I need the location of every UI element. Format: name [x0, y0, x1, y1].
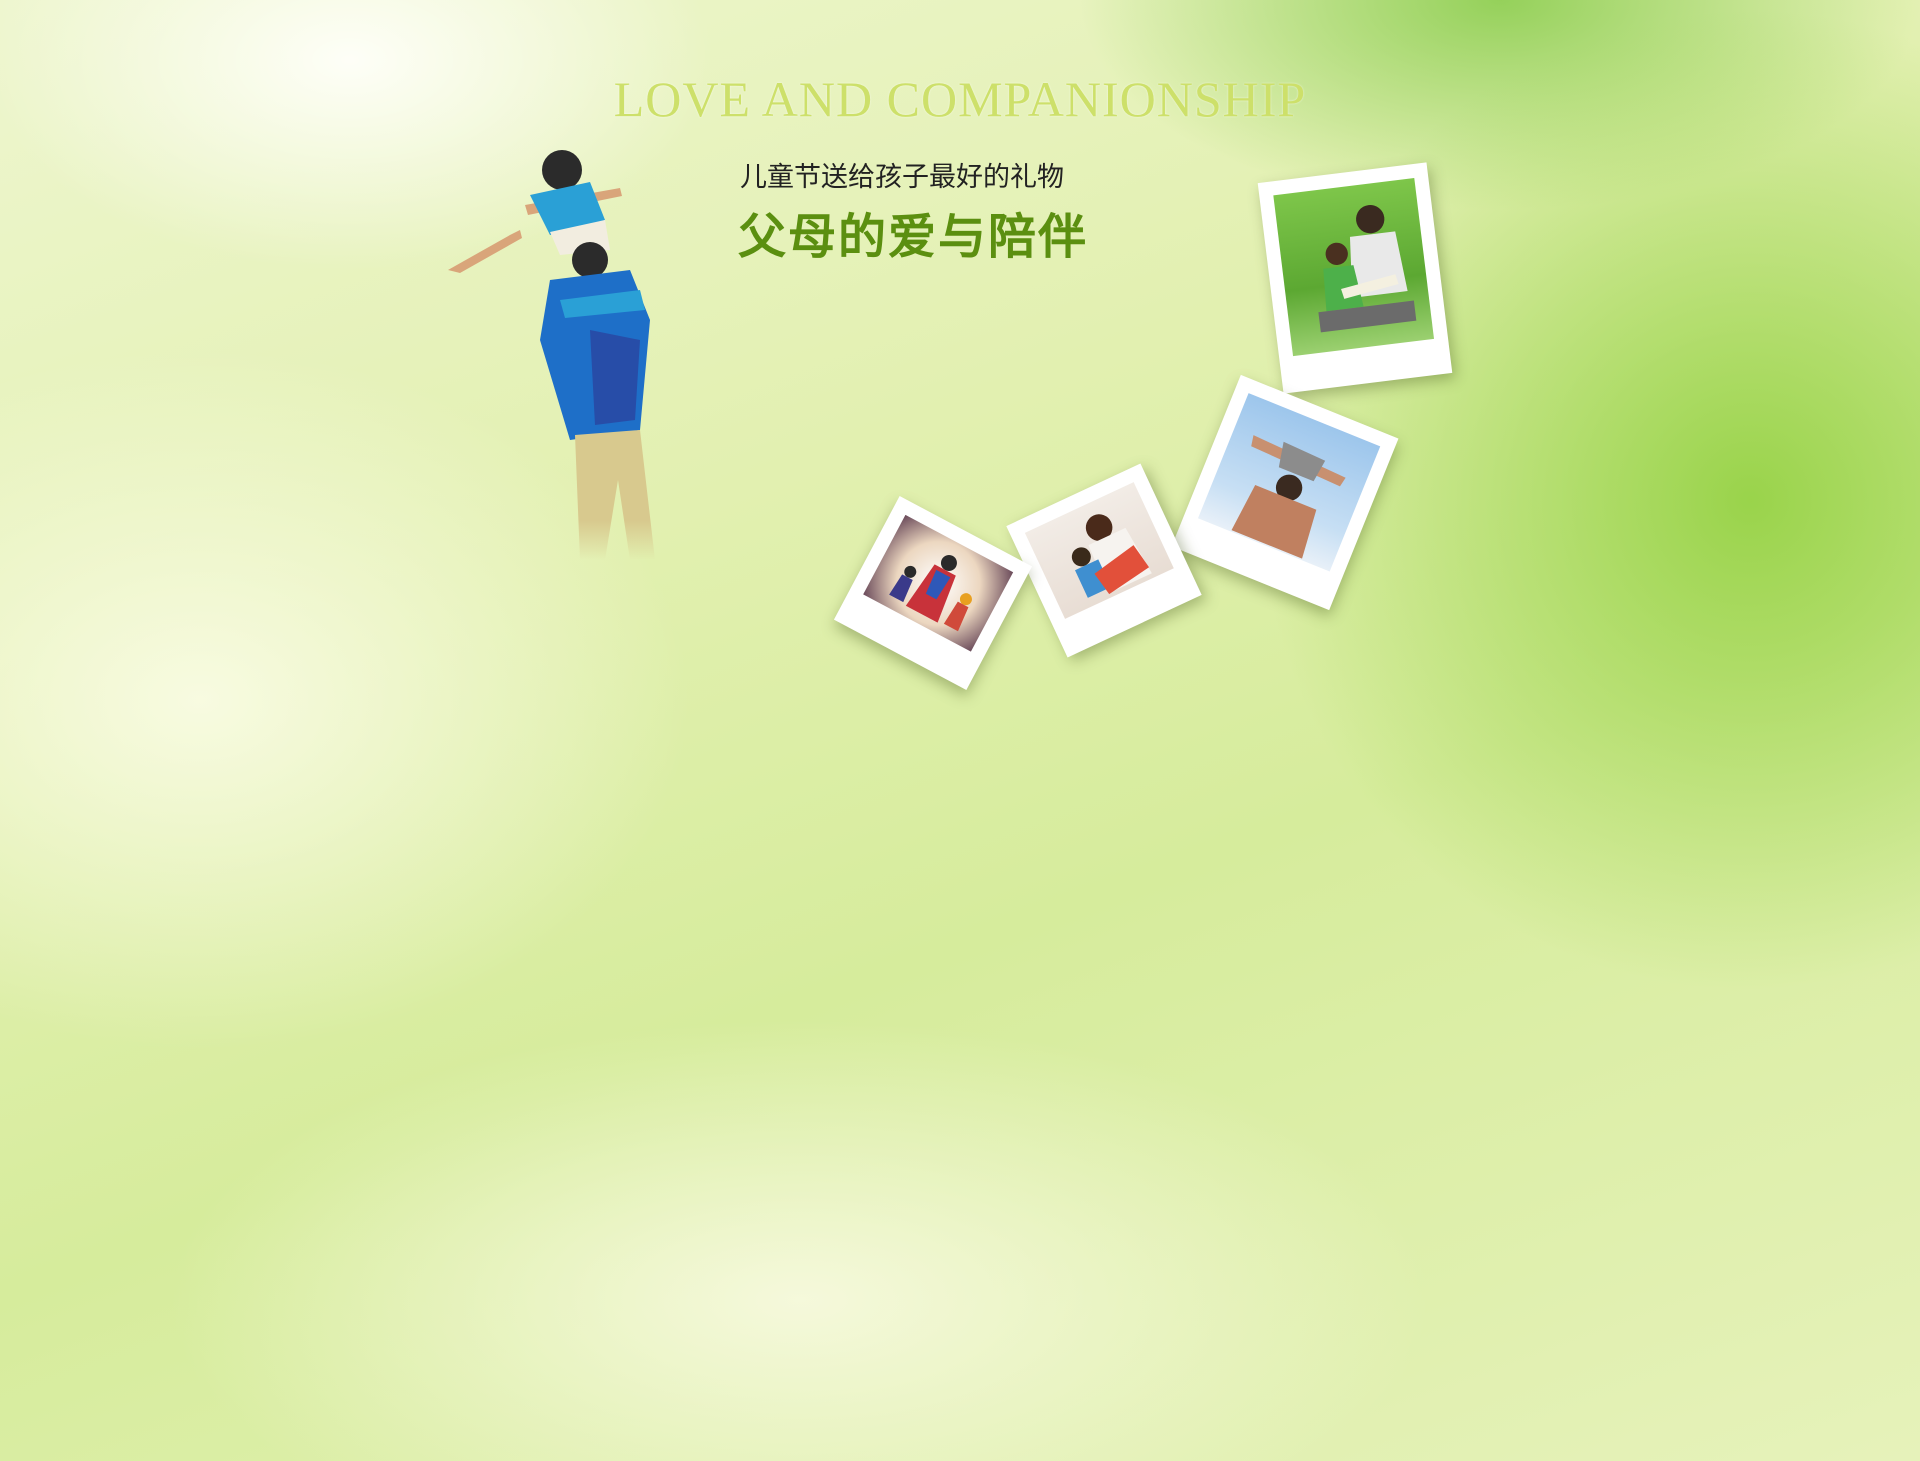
- main-title: 父母的爱与陪伴: [738, 209, 1089, 265]
- father-reading-with-daughter-photo: [1257, 162, 1453, 394]
- mother-reading-with-child-photo: [1006, 463, 1202, 658]
- photo-3-art: [1071, 514, 1152, 598]
- headline-english: LOVE AND COMPANIONSHIP: [613, 71, 1307, 127]
- superhero-family-walking-photo: [833, 495, 1033, 691]
- father-lifting-child-photo: [1171, 374, 1399, 611]
- subtitle: 儿童节送给孩子最好的礼物: [740, 162, 1064, 193]
- father-child-illustration: [448, 150, 655, 560]
- page: { "banner": { "headline": "LOVE AND COMP…: [0, 0, 1920, 1461]
- photo-4-art: [889, 554, 972, 632]
- photo-2-art: [1231, 435, 1346, 559]
- photo-1-art: [1318, 204, 1417, 333]
